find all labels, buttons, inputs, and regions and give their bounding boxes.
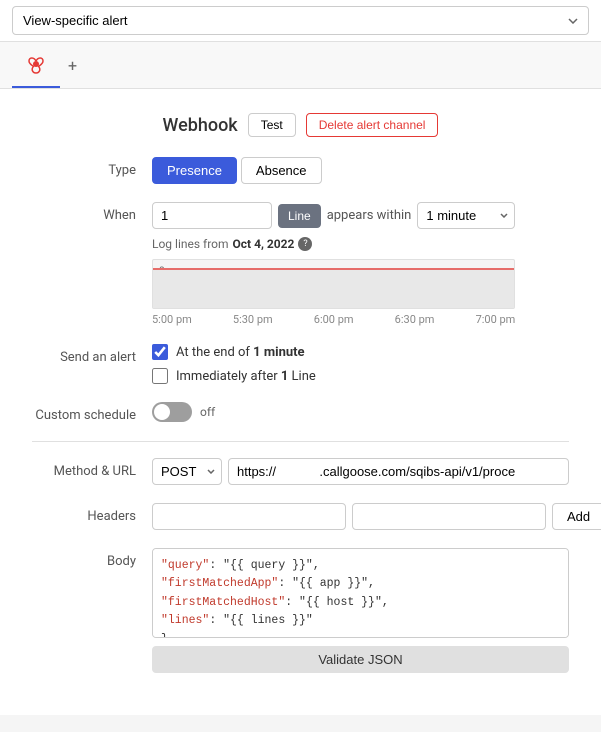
chart-label-4: 6:30 pm [395,313,435,326]
chart-labels: 5:00 pm 5:30 pm 6:00 pm 6:30 pm 7:00 pm [152,313,515,326]
method-select[interactable]: POST GET PUT [152,458,222,485]
option1-bold: 1 minute [253,345,304,360]
time-select[interactable]: 1 minute 5 minutes 10 minutes 30 minutes [417,202,515,229]
option1-text: At the end of 1 minute [176,345,305,360]
toggle-knob [154,404,170,420]
webhook-title: Webhook [163,115,238,136]
type-label: Type [32,157,152,178]
type-buttons: Presence Absence [152,157,322,184]
body-label: Body [32,548,152,569]
validate-json-button[interactable]: Validate JSON [152,646,569,673]
chart-label-3: 6:00 pm [314,313,354,326]
url-input[interactable] [228,458,569,485]
type-row: Type Presence Absence [32,157,569,184]
headers-inputs: Add [152,503,601,530]
chart-fill [153,268,514,308]
log-lines-text: Log lines from [152,237,229,251]
custom-schedule-row: Custom schedule off [32,402,569,423]
chart-red-line [153,268,514,270]
body-row: Body "query": "{{ query }}", "firstMatch… [32,548,569,673]
method-url-row: Method & URL POST GET PUT [32,458,569,485]
body-content: "query": "{{ query }}", "firstMatchedApp… [152,548,569,673]
when-input[interactable] [152,202,272,229]
headers-label: Headers [32,503,152,524]
appears-within-text: appears within [327,208,412,223]
chart-area: 0 5:00 pm 5:30 pm 6:00 pm 6:30 pm 7:00 p… [152,259,515,326]
send-alert-options: At the end of 1 minute Immediately after… [152,344,316,384]
body-line-4: "lines": "{{ lines }}" [161,612,560,630]
chart-label-1: 5:00 pm [152,313,192,326]
send-alert-option2[interactable]: Immediately after 1 Line [152,368,316,384]
send-alert-option1[interactable]: At the end of 1 minute [152,344,316,360]
chart-label-5: 7:00 pm [476,313,516,326]
headers-row: Headers Add [32,503,569,530]
custom-schedule-toggle[interactable] [152,402,192,422]
chart-label-2: 5:30 pm [233,313,273,326]
delete-alert-channel-button[interactable]: Delete alert channel [306,113,439,137]
tab-bar: + [0,42,601,89]
send-alert-label: Send an alert [32,344,152,365]
chart-container: 0 [152,259,515,309]
webhook-header: Webhook Test Delete alert channel [32,113,569,137]
top-bar: View-specific alert [0,0,601,42]
when-col: Line appears within 1 minute 5 minutes 1… [152,202,515,326]
body-line-2: "firstMatchedApp": "{{ app }}", [161,575,560,593]
presence-button[interactable]: Presence [152,157,237,184]
webhook-tab[interactable] [12,42,60,88]
body-line-3: "firstMatchedHost": "{{ host }}", [161,594,560,612]
log-lines-info: Log lines from Oct 4, 2022 ? [152,237,515,251]
line-button[interactable]: Line [278,204,321,228]
when-inputs: Line appears within 1 minute 5 minutes 1… [152,202,515,229]
info-icon[interactable]: ? [298,237,312,251]
custom-schedule-label: Custom schedule [32,402,152,423]
webhook-icon [24,52,48,76]
when-row: When Line appears within 1 minute 5 minu… [32,202,569,326]
option2-checkbox[interactable] [152,368,168,384]
view-select[interactable]: View-specific alert [12,6,589,35]
body-line-5: } [161,631,560,638]
toggle-container: off [152,402,215,422]
send-alert-row: Send an alert At the end of 1 minute Imm… [32,344,569,384]
header-key-input[interactable] [152,503,346,530]
divider [32,441,569,442]
method-url-label: Method & URL [32,458,152,479]
option2-bold: 1 [281,369,288,384]
body-line-1: "query": "{{ query }}", [161,557,560,575]
absence-button[interactable]: Absence [241,157,322,184]
when-label: When [32,202,152,223]
main-content: Webhook Test Delete alert channel Type P… [0,89,601,715]
test-button[interactable]: Test [248,113,296,137]
add-header-button[interactable]: Add [552,503,601,530]
option2-text: Immediately after 1 Line [176,369,316,384]
add-tab-button[interactable]: + [60,46,85,85]
log-lines-date: Oct 4, 2022 [233,237,295,251]
option1-checkbox[interactable] [152,344,168,360]
method-url-inputs: POST GET PUT [152,458,569,485]
header-value-input[interactable] [352,503,546,530]
body-editor[interactable]: "query": "{{ query }}", "firstMatchedApp… [152,548,569,638]
toggle-state-label: off [200,405,215,419]
